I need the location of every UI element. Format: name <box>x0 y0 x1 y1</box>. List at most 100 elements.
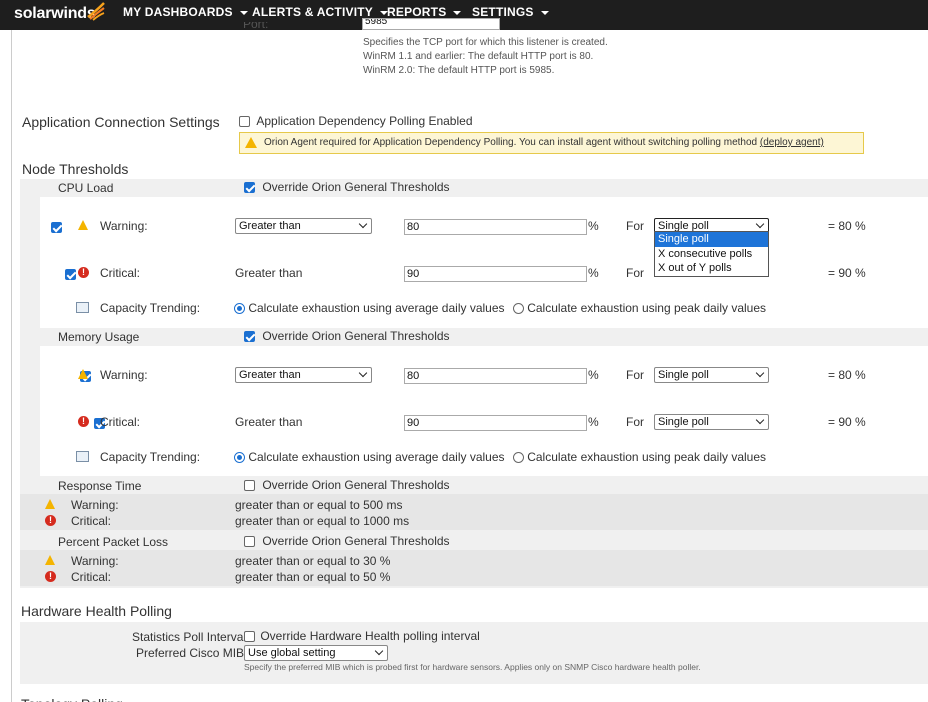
memory-override-checkbox[interactable] <box>244 331 255 343</box>
chevron-down-icon <box>755 415 765 425</box>
cpu-critical-result: = 90 % <box>828 266 866 280</box>
cisco-mib-label: Preferred Cisco MIB: <box>136 646 248 660</box>
cpu-warning-operator-select[interactable]: Greater than <box>235 218 372 234</box>
critical-icon: ! <box>45 515 56 526</box>
packet-override-row: Override Orion General Thresholds <box>244 534 450 548</box>
critical-icon: ! <box>78 267 89 278</box>
cpu-warning-value-input[interactable]: 80 <box>404 219 587 235</box>
nav-my-dashboards[interactable]: MY DASHBOARDS <box>123 5 248 19</box>
memory-header-bar <box>40 328 928 346</box>
cpu-header-bar <box>40 179 928 197</box>
response-override-label: Override Orion General Thresholds <box>262 478 450 492</box>
response-critical-label: Critical: <box>71 514 112 528</box>
cpu-critical-label: Critical: <box>100 266 141 280</box>
stats-interval-checkbox[interactable] <box>244 631 255 643</box>
solarwinds-logo[interactable]: solarwinds <box>14 5 96 23</box>
cpu-trend-average-radio[interactable] <box>234 303 245 315</box>
cpu-critical-unit: % <box>588 266 599 280</box>
memory-critical-unit: % <box>588 415 599 429</box>
cpu-critical-checkbox[interactable] <box>65 269 77 281</box>
memory-warning-for-label: For <box>626 368 644 382</box>
memory-warning-poll-select[interactable]: Single poll <box>654 367 769 383</box>
memory-title: Memory Usage <box>58 330 140 344</box>
agent-notice: Orion Agent required for Application Dep… <box>239 132 864 154</box>
memory-warning-result: = 80 % <box>828 368 866 382</box>
memory-trend-peak-radio[interactable] <box>512 452 524 464</box>
nav-reports[interactable]: REPORTS <box>387 5 462 19</box>
cpu-warning-result: = 80 % <box>828 219 866 233</box>
memory-critical-value-input[interactable]: 90 <box>404 415 587 431</box>
cpu-critical-value-input[interactable]: 90 <box>404 266 587 282</box>
app-conn-title: Application Connection Settings <box>22 114 220 130</box>
warning-icon <box>78 369 88 379</box>
packet-warning-value: greater than or equal to 30 % <box>235 554 391 568</box>
poll-option-x-of-y[interactable]: X out of Y polls <box>655 261 768 276</box>
memory-trend-average-radio[interactable] <box>234 452 245 464</box>
cpu-trend-peak-radio[interactable] <box>512 303 524 315</box>
packet-loss-title: Percent Packet Loss <box>58 535 169 549</box>
cpu-critical-operator: Greater than <box>235 266 303 280</box>
memory-warning-operator-select[interactable]: Greater than <box>235 367 372 383</box>
warning-icon <box>45 499 55 509</box>
cpu-load-title: CPU Load <box>58 181 114 195</box>
memory-warning-label: Warning: <box>100 368 148 382</box>
memory-critical-result: = 90 % <box>828 415 866 429</box>
response-warning-label: Warning: <box>71 498 119 512</box>
packet-values-bar <box>40 550 928 586</box>
cpu-warning-unit: % <box>588 219 599 233</box>
app-dependency-label: Application Dependency Polling Enabled <box>256 114 473 128</box>
packet-warning-label: Warning: <box>71 554 119 568</box>
critical-icon: ! <box>45 571 56 582</box>
deploy-agent-link[interactable]: (deploy agent) <box>760 137 824 148</box>
stats-interval-row: Override Hardware Health polling interva… <box>244 629 480 643</box>
left-border <box>11 30 12 702</box>
memory-trend-average-label: Calculate exhaustion using average daily… <box>248 450 505 464</box>
cisco-mib-select[interactable]: Use global setting <box>244 645 388 661</box>
chevron-down-icon <box>358 219 368 229</box>
cpu-trend-average-label: Calculate exhaustion using average daily… <box>248 301 505 315</box>
cpu-override-checkbox[interactable] <box>244 182 255 194</box>
cpu-override-row: Override Orion General Thresholds <box>244 180 450 194</box>
chevron-down-icon <box>374 646 384 656</box>
memory-override-label: Override Orion General Thresholds <box>262 329 450 343</box>
response-time-title: Response Time <box>58 479 142 493</box>
poll-option-single[interactable]: Single poll <box>655 232 768 247</box>
memory-trend-peak-label: Calculate exhaustion using peak daily va… <box>527 450 767 464</box>
memory-warning-unit: % <box>588 368 599 382</box>
cpu-warning-checkbox[interactable] <box>51 222 62 234</box>
response-values-bar <box>40 494 928 530</box>
topology-polling-title: Topology Polling <box>21 696 123 702</box>
response-override-row: Override Orion General Thresholds <box>244 478 450 492</box>
stats-interval-label: Statistics Poll Interval <box>132 630 247 644</box>
port-help-1: Specifies the TCP port for which this li… <box>363 37 608 48</box>
memory-warning-value-input[interactable]: 80 <box>404 368 587 384</box>
nav-settings[interactable]: SETTINGS <box>472 5 549 19</box>
capacity-trending-icon <box>76 302 89 313</box>
packet-values-bar-left <box>20 550 40 586</box>
memory-critical-poll-select[interactable]: Single poll <box>654 414 769 430</box>
hardware-health-title: Hardware Health Polling <box>21 603 172 619</box>
warning-icon <box>45 555 55 565</box>
port-input[interactable]: 5985 <box>362 18 500 30</box>
memory-critical-for-label: For <box>626 415 644 429</box>
chevron-down-icon <box>755 219 765 229</box>
memory-trend-label: Capacity Trending: <box>100 450 201 464</box>
app-dependency-checkbox[interactable] <box>239 116 250 128</box>
packet-override-label: Override Orion General Thresholds <box>262 534 450 548</box>
memory-critical-operator: Greater than <box>235 415 303 429</box>
cpu-warning-label: Warning: <box>100 219 148 233</box>
chevron-down-icon <box>358 368 368 378</box>
memory-override-row: Override Orion General Thresholds <box>244 329 450 343</box>
packet-override-checkbox[interactable] <box>244 536 255 548</box>
nav-alerts-activity[interactable]: ALERTS & ACTIVITY <box>252 5 388 19</box>
poll-option-consecutive[interactable]: X consecutive polls <box>655 247 768 262</box>
cisco-mib-help: Specify the preferred MIB which is probe… <box>244 662 701 672</box>
warning-icon <box>78 220 88 230</box>
poll-dropdown-list: Single poll X consecutive polls X out of… <box>654 231 769 277</box>
warning-icon <box>245 137 257 148</box>
chevron-down-icon <box>453 10 462 15</box>
response-override-checkbox[interactable] <box>244 480 255 492</box>
stats-interval-checkbox-label: Override Hardware Health polling interva… <box>260 629 480 643</box>
response-values-bar-left <box>20 494 40 530</box>
memory-critical-label: Critical: <box>100 415 141 429</box>
